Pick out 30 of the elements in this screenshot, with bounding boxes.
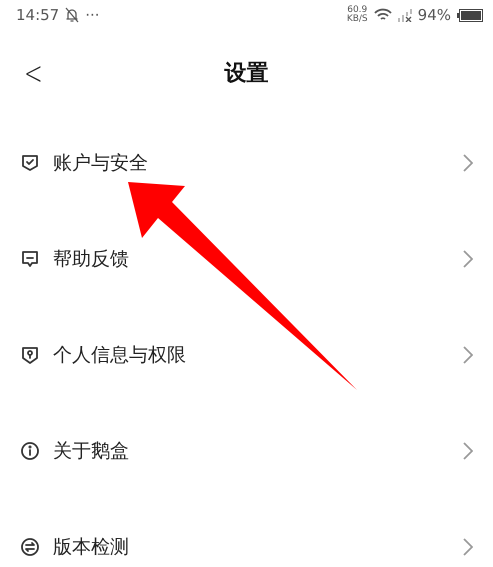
settings-item[interactable]: 帮助反馈	[0, 211, 493, 307]
item-label: 版本检测	[53, 535, 130, 560]
info-icon	[20, 441, 40, 461]
chevron-right-icon	[463, 346, 473, 364]
chevron-right-icon	[463, 250, 473, 268]
back-button[interactable]: <	[20, 54, 47, 92]
swap-icon	[20, 537, 40, 557]
shield-pin-icon	[20, 345, 40, 365]
item-label: 账户与安全	[53, 151, 149, 176]
wifi-icon	[374, 8, 392, 22]
chevron-right-icon	[463, 154, 473, 172]
item-label: 关于鹅盒	[53, 439, 130, 464]
bell-off-icon	[65, 7, 80, 23]
settings-item[interactable]: 个人信息与权限	[0, 307, 493, 403]
shield-check-icon	[20, 153, 40, 173]
item-label: 帮助反馈	[53, 247, 130, 272]
settings-item[interactable]: 版本检测	[0, 499, 493, 567]
settings-item[interactable]: 账户与安全	[0, 115, 493, 211]
page-title: 设置	[224, 60, 268, 88]
chevron-right-icon	[463, 442, 473, 460]
item-label: 个人信息与权限	[53, 343, 187, 368]
settings-item[interactable]: 关于鹅盒	[0, 403, 493, 499]
network-speed: 60.9 KB/S	[346, 6, 368, 24]
more-dots: ···	[85, 6, 100, 24]
battery-percent: 94%	[418, 6, 451, 24]
chevron-right-icon	[463, 538, 473, 556]
signal-icon	[398, 8, 412, 22]
status-time: 14:57	[16, 6, 60, 24]
battery-icon	[457, 8, 483, 22]
message-icon	[20, 249, 40, 269]
